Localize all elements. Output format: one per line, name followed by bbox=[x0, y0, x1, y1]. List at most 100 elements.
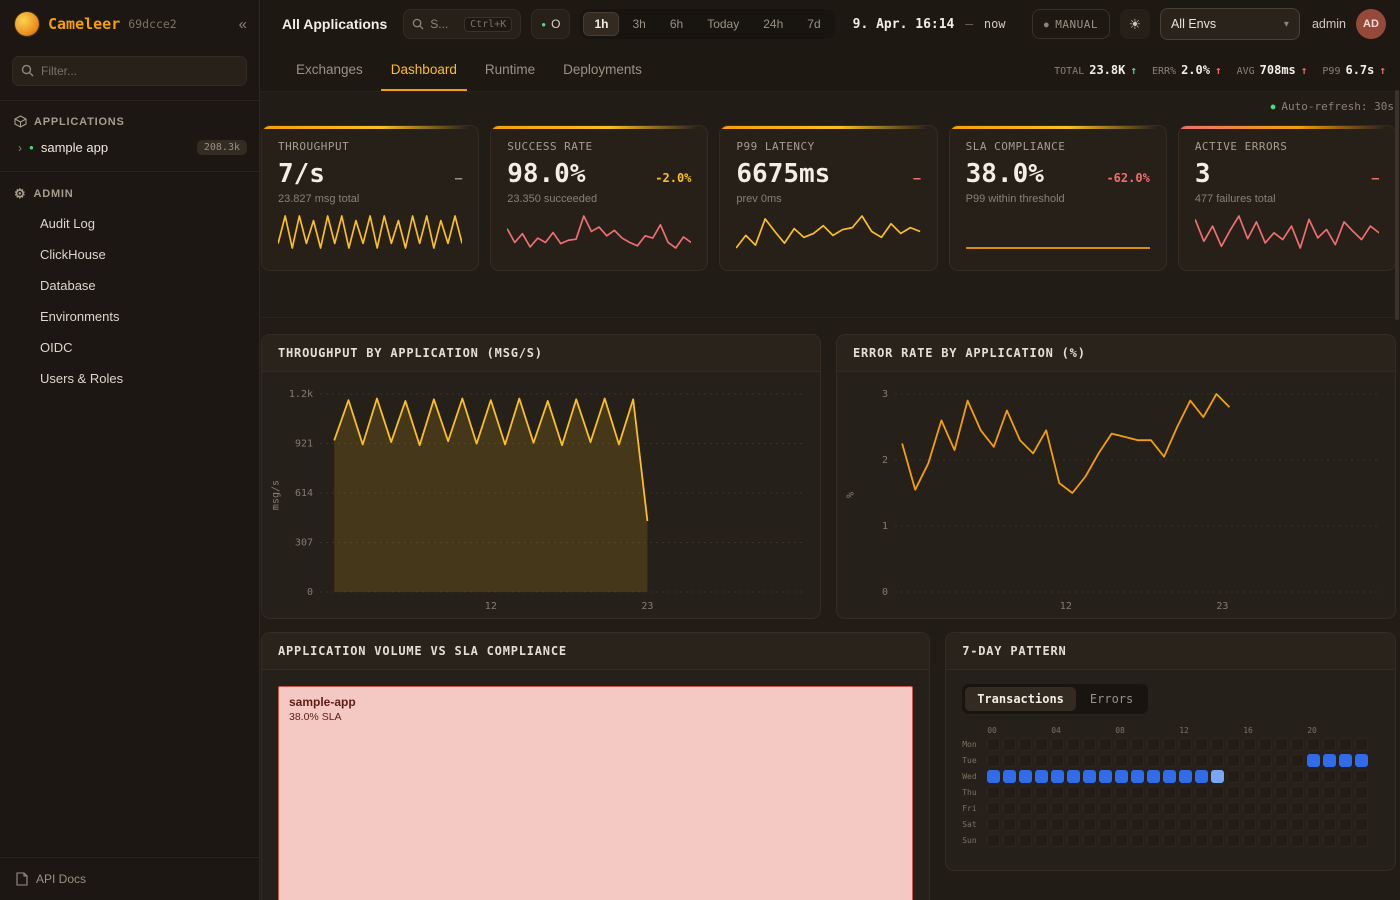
heatmap-cell[interactable] bbox=[1147, 818, 1160, 831]
heatmap-cell[interactable] bbox=[1339, 770, 1352, 783]
heatmap-cell[interactable] bbox=[1211, 834, 1224, 847]
heatmap-cell[interactable] bbox=[1307, 786, 1320, 799]
heatmap-cell[interactable] bbox=[1211, 770, 1224, 783]
heatmap-cell[interactable] bbox=[1355, 834, 1368, 847]
manual-refresh-button[interactable]: ● MANUAL bbox=[1032, 9, 1110, 39]
heatmap-cell[interactable] bbox=[1163, 786, 1176, 799]
heatmap-cell[interactable] bbox=[987, 802, 1000, 815]
time-range-7d[interactable]: 7d bbox=[796, 12, 831, 36]
heatmap-cell[interactable] bbox=[1307, 818, 1320, 831]
chevron-right-icon[interactable]: › bbox=[18, 141, 22, 155]
sidebar-filter-input[interactable] bbox=[12, 56, 247, 86]
heatmap-cell[interactable] bbox=[1003, 770, 1016, 783]
time-range-24h[interactable]: 24h bbox=[752, 12, 794, 36]
heatmap-cell[interactable] bbox=[1019, 770, 1032, 783]
heatmap-cell[interactable] bbox=[987, 818, 1000, 831]
heatmap-cell[interactable] bbox=[1339, 754, 1352, 767]
heatmap-cell[interactable] bbox=[1355, 754, 1368, 767]
api-docs-link[interactable]: API Docs bbox=[0, 857, 259, 900]
heatmap-cell[interactable] bbox=[1291, 786, 1304, 799]
heatmap-cell[interactable] bbox=[1147, 834, 1160, 847]
heatmap-cell[interactable] bbox=[1211, 754, 1224, 767]
sidebar-item-oidc[interactable]: OIDC bbox=[0, 332, 259, 363]
heatmap-cell[interactable] bbox=[1195, 738, 1208, 751]
heatmap-cell[interactable] bbox=[1227, 818, 1240, 831]
heatmap-cell[interactable] bbox=[987, 770, 1000, 783]
time-range-3h[interactable]: 3h bbox=[621, 12, 656, 36]
sidebar-item-audit-log[interactable]: Audit Log bbox=[0, 208, 259, 239]
heatmap-cell[interactable] bbox=[1323, 754, 1336, 767]
sidebar-item-database[interactable]: Database bbox=[0, 270, 259, 301]
datetime-display[interactable]: 9. Apr. 16:14 – now bbox=[853, 17, 1006, 32]
heatmap-cell[interactable] bbox=[1067, 818, 1080, 831]
heatmap-cell[interactable] bbox=[1163, 802, 1176, 815]
heatmap-cell[interactable] bbox=[1083, 802, 1096, 815]
heatmap-cell[interactable] bbox=[1211, 786, 1224, 799]
environment-select[interactable]: All Envs ▾ bbox=[1160, 8, 1300, 40]
heatmap-cell[interactable] bbox=[1259, 770, 1272, 783]
heatmap-cell[interactable] bbox=[1099, 818, 1112, 831]
heatmap-cell[interactable] bbox=[1275, 754, 1288, 767]
heatmap-cell[interactable] bbox=[1147, 786, 1160, 799]
heatmap-cell[interactable] bbox=[987, 754, 1000, 767]
heatmap-cell[interactable] bbox=[1115, 738, 1128, 751]
heatmap-cell[interactable] bbox=[1307, 754, 1320, 767]
heatmap-cell[interactable] bbox=[1307, 738, 1320, 751]
heatmap-cell[interactable] bbox=[987, 834, 1000, 847]
heatmap-cell[interactable] bbox=[1035, 802, 1048, 815]
heatmap-cell[interactable] bbox=[1243, 834, 1256, 847]
heatmap-cell[interactable] bbox=[1019, 818, 1032, 831]
heatmap-cell[interactable] bbox=[1083, 834, 1096, 847]
sidebar-item-clickhouse[interactable]: ClickHouse bbox=[0, 239, 259, 270]
heatmap-cell[interactable] bbox=[1163, 770, 1176, 783]
toggle-transactions[interactable]: Transactions bbox=[965, 687, 1076, 711]
heatmap-cell[interactable] bbox=[1083, 786, 1096, 799]
heatmap-cell[interactable] bbox=[1035, 834, 1048, 847]
heatmap-cell[interactable] bbox=[1259, 834, 1272, 847]
heatmap-cell[interactable] bbox=[1243, 754, 1256, 767]
heatmap-cell[interactable] bbox=[1051, 802, 1064, 815]
toggle-errors[interactable]: Errors bbox=[1078, 687, 1145, 711]
heatmap-cell[interactable] bbox=[1323, 818, 1336, 831]
heatmap-cell[interactable] bbox=[1163, 738, 1176, 751]
heatmap-cell[interactable] bbox=[1083, 738, 1096, 751]
tab-deployments[interactable]: Deployments bbox=[549, 49, 656, 90]
heatmap-cell[interactable] bbox=[1339, 834, 1352, 847]
heatmap-cell[interactable] bbox=[1339, 738, 1352, 751]
heatmap-cell[interactable] bbox=[1147, 802, 1160, 815]
heatmap-cell[interactable] bbox=[1131, 834, 1144, 847]
heatmap-cell[interactable] bbox=[1019, 802, 1032, 815]
heatmap-cell[interactable] bbox=[1179, 738, 1192, 751]
heatmap-cell[interactable] bbox=[1115, 834, 1128, 847]
heatmap-cell[interactable] bbox=[1307, 802, 1320, 815]
heatmap-cell[interactable] bbox=[1083, 770, 1096, 783]
heatmap-cell[interactable] bbox=[1291, 738, 1304, 751]
heatmap-cell[interactable] bbox=[1275, 834, 1288, 847]
heatmap-cell[interactable] bbox=[1291, 770, 1304, 783]
connection-status-pill[interactable]: ● O bbox=[531, 9, 570, 39]
heatmap-cell[interactable] bbox=[1067, 738, 1080, 751]
heatmap-cell[interactable] bbox=[1115, 818, 1128, 831]
heatmap-cell[interactable] bbox=[1019, 834, 1032, 847]
heatmap-cell[interactable] bbox=[1195, 818, 1208, 831]
heatmap-cell[interactable] bbox=[1291, 818, 1304, 831]
heatmap-cell[interactable] bbox=[1099, 754, 1112, 767]
heatmap-cell[interactable] bbox=[1227, 738, 1240, 751]
scrollbar-thumb[interactable] bbox=[1395, 90, 1399, 320]
heatmap-cell[interactable] bbox=[1355, 786, 1368, 799]
heatmap-cell[interactable] bbox=[1035, 786, 1048, 799]
heatmap-cell[interactable] bbox=[1275, 818, 1288, 831]
heatmap-cell[interactable] bbox=[1003, 786, 1016, 799]
heatmap-cell[interactable] bbox=[1131, 738, 1144, 751]
heatmap-cell[interactable] bbox=[1355, 818, 1368, 831]
heatmap-cell[interactable] bbox=[1307, 770, 1320, 783]
heatmap-cell[interactable] bbox=[987, 738, 1000, 751]
heatmap-cell[interactable] bbox=[1115, 754, 1128, 767]
heatmap-cell[interactable] bbox=[1211, 818, 1224, 831]
time-range-1h[interactable]: 1h bbox=[583, 12, 619, 36]
heatmap-cell[interactable] bbox=[1195, 786, 1208, 799]
heatmap-cell[interactable] bbox=[1131, 754, 1144, 767]
tab-runtime[interactable]: Runtime bbox=[471, 49, 549, 90]
sidebar-item-sample-app[interactable]: › ● sample app 208.3k bbox=[0, 134, 259, 161]
heatmap-cell[interactable] bbox=[1259, 786, 1272, 799]
